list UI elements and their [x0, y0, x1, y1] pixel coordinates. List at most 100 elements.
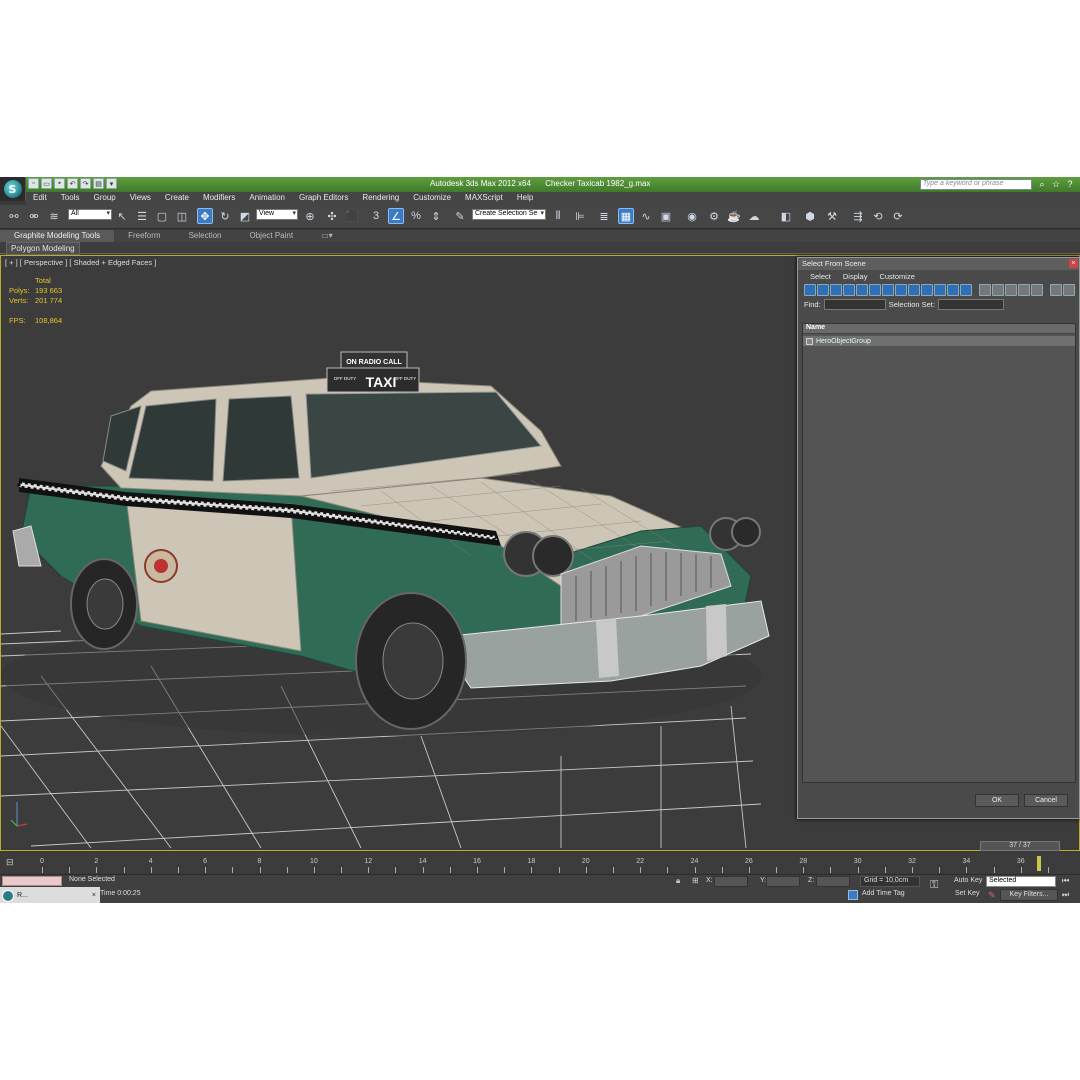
display-geometry-icon[interactable]	[804, 284, 816, 296]
schematic-view-icon[interactable]: ▣	[658, 208, 674, 224]
display-xrefs-icon[interactable]	[895, 284, 907, 296]
named-selection-dropdown[interactable]: Create Selection Se	[472, 209, 546, 220]
spinner-snap-icon[interactable]: ⇕	[428, 208, 444, 224]
filter-icon[interactable]	[1050, 284, 1062, 296]
create-icon[interactable]: ◧	[778, 208, 794, 224]
undo-icon[interactable]: ↶	[67, 178, 78, 189]
rendered-frame-icon[interactable]: ☕	[726, 208, 742, 224]
y-coordinate-input[interactable]	[766, 876, 800, 887]
select-object-icon[interactable]: ↖	[114, 208, 130, 224]
viewport-label[interactable]: [ + ] [ Perspective ] [ Shaded + Edged F…	[5, 258, 156, 267]
timeline-config-icon[interactable]: ⊟	[6, 857, 18, 869]
auto-key-button[interactable]: Auto Key	[954, 877, 982, 884]
menu-edit[interactable]: Edit	[26, 192, 54, 205]
close-icon[interactable]: ×	[1069, 259, 1078, 268]
tab-freeform[interactable]: Freeform	[114, 230, 174, 242]
utilities-icon[interactable]: ⟳	[890, 208, 906, 224]
window-crossing-icon[interactable]: ◫	[174, 208, 190, 224]
select-and-rotate-icon[interactable]: ↻	[217, 208, 233, 224]
x-coordinate-input[interactable]	[714, 876, 748, 887]
dialog-title-bar[interactable]: Select From Scene ×	[798, 258, 1079, 270]
selection-filter-dropdown[interactable]: All	[68, 209, 112, 220]
display-all-icon[interactable]	[960, 284, 972, 296]
dropdown-icon[interactable]: ▾	[106, 178, 117, 189]
display-containers-icon[interactable]	[921, 284, 933, 296]
select-none-icon[interactable]	[1018, 284, 1030, 296]
invert-icon[interactable]	[992, 284, 1004, 296]
select-and-link-icon[interactable]: ⚯	[6, 208, 22, 224]
time-tag-icon[interactable]	[848, 890, 858, 900]
menu-tools[interactable]: Tools	[54, 192, 87, 205]
hierarchy-icon[interactable]: ⚒	[824, 208, 840, 224]
timeline-track[interactable]: ⊟ 0 2 4 6 8 10 12 14 16 18 20 22 24 26 28 30 32 34 36	[0, 853, 1080, 875]
app-logo-button[interactable]: S	[0, 177, 26, 201]
save-icon[interactable]: ▪	[54, 178, 65, 189]
material-editor-icon[interactable]: ◉	[684, 208, 700, 224]
pivot-center-icon[interactable]: ⊕	[302, 208, 318, 224]
layer-manager-icon[interactable]: ≣	[596, 208, 612, 224]
select-and-move-icon[interactable]: ✥	[197, 208, 213, 224]
select-and-scale-icon[interactable]: ◩	[237, 208, 253, 224]
star-icon[interactable]: ☆	[1050, 178, 1062, 190]
percent-snap-icon[interactable]: %	[408, 208, 424, 224]
tab-object-paint[interactable]: Object Paint	[236, 230, 308, 242]
display-spacewarps-icon[interactable]	[869, 284, 881, 296]
unlink-icon[interactable]: ⚮	[26, 208, 42, 224]
display-none-icon[interactable]	[979, 284, 991, 296]
graphite-toggle-icon[interactable]: ▦	[618, 208, 634, 224]
mirror-icon[interactable]: ⫴	[550, 208, 566, 224]
dialog-menu-select[interactable]: Select	[804, 270, 837, 283]
set-key-button[interactable]: Set Key	[955, 890, 980, 897]
display-hidden-icon[interactable]	[947, 284, 959, 296]
curve-editor-icon[interactable]: ∿	[638, 208, 654, 224]
motion-icon[interactable]: ⇶	[850, 208, 866, 224]
find-input[interactable]	[823, 299, 886, 310]
snaps-toggle-icon[interactable]: 3	[368, 208, 384, 224]
menu-graph-editors[interactable]: Graph Editors	[292, 192, 355, 205]
select-by-name-icon[interactable]: ☰	[134, 208, 150, 224]
current-frame-marker[interactable]	[1037, 856, 1041, 871]
display-frozen-icon[interactable]	[934, 284, 946, 296]
menu-maxscript[interactable]: MAXScript	[458, 192, 510, 205]
bind-space-warp-icon[interactable]: ≋	[46, 208, 62, 224]
help-icon[interactable]: ?	[1064, 178, 1076, 190]
key-mode-dropdown[interactable]: Selected	[986, 876, 1056, 887]
display-icon[interactable]: ⟲	[870, 208, 886, 224]
menu-create[interactable]: Create	[158, 192, 196, 205]
teapot-icon[interactable]: ⬢	[802, 208, 818, 224]
menu-animation[interactable]: Animation	[242, 192, 292, 205]
polygon-modeling-panel[interactable]: Polygon Modeling	[6, 242, 80, 255]
select-manipulate-icon[interactable]: ✣	[324, 208, 340, 224]
name-column-header[interactable]: Name	[803, 324, 1075, 334]
set-key-icon[interactable]: ⚿	[930, 879, 938, 892]
display-bones-icon[interactable]	[908, 284, 920, 296]
display-groups-icon[interactable]	[882, 284, 894, 296]
dialog-menu-customize[interactable]: Customize	[873, 270, 920, 283]
render-production-icon[interactable]: ☁	[746, 208, 762, 224]
rectangular-selection-icon[interactable]: ▢	[154, 208, 170, 224]
z-coordinate-input[interactable]	[816, 876, 850, 887]
sync-selection-icon[interactable]	[1063, 284, 1075, 296]
reference-coordinate-dropdown[interactable]: View	[256, 209, 298, 220]
search-input[interactable]: Type a keyword or phrase	[920, 179, 1032, 190]
angle-snap-icon[interactable]: ∠	[388, 208, 404, 224]
time-slider[interactable]: 37 / 37	[980, 841, 1060, 851]
cancel-button[interactable]: Cancel	[1024, 794, 1068, 807]
maxscript-listener-field[interactable]	[2, 876, 62, 886]
list-item[interactable]: HeroObjectGroup	[803, 336, 1075, 346]
menu-views[interactable]: Views	[123, 192, 158, 205]
go-to-start-icon[interactable]: ⏮	[1062, 876, 1069, 886]
tab-selection[interactable]: Selection	[175, 230, 236, 242]
select-all-icon[interactable]	[1005, 284, 1017, 296]
menu-group[interactable]: Group	[86, 192, 122, 205]
ok-button[interactable]: OK	[975, 794, 1019, 807]
display-cameras-icon[interactable]	[843, 284, 855, 296]
selection-set-dropdown[interactable]	[937, 299, 1004, 310]
align-icon[interactable]: ⊫	[572, 208, 588, 224]
menu-modifiers[interactable]: Modifiers	[196, 192, 242, 205]
display-lights-icon[interactable]	[830, 284, 842, 296]
dialog-menu-display[interactable]: Display	[837, 270, 874, 283]
taskbar-item[interactable]: R... ×	[0, 887, 100, 903]
menu-help[interactable]: Help	[510, 192, 540, 205]
add-time-tag-button[interactable]: Add Time Tag	[862, 890, 905, 897]
